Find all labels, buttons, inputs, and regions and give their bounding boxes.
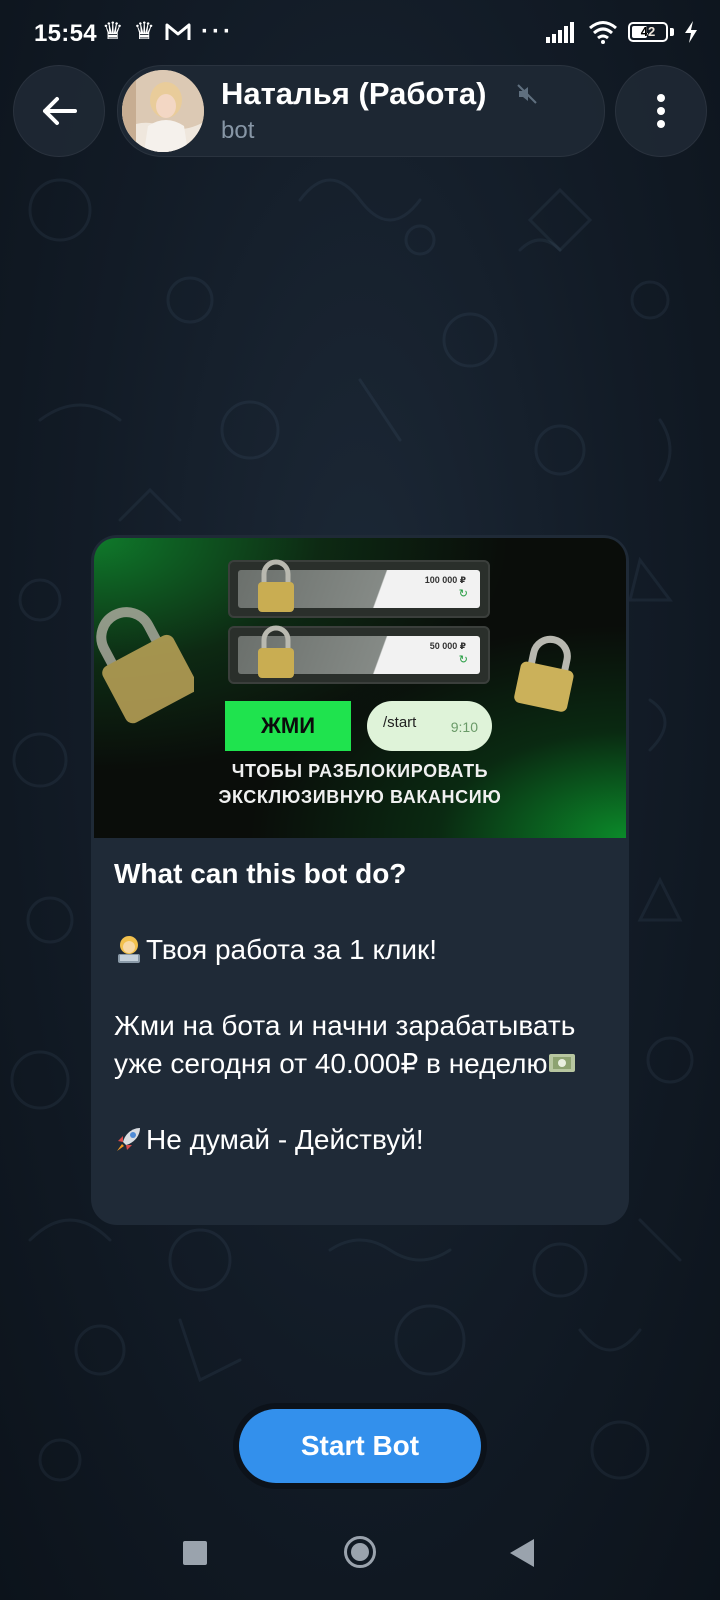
status-time: 15:54 — [34, 20, 97, 47]
chat-subtitle: bot — [221, 117, 255, 144]
back-button[interactable] — [13, 65, 105, 157]
status-notification-icons: ♛ ♛ ··· — [102, 18, 234, 46]
padlock-icon — [258, 625, 294, 678]
description-line: Твоя работа за 1 клик! — [146, 934, 438, 965]
padlock-icon — [514, 635, 574, 712]
menu-button[interactable] — [615, 65, 707, 157]
description-paragraph: Не думай - Действуй! — [114, 1121, 609, 1159]
kebab-menu-icon — [657, 94, 665, 128]
muted-speaker-icon — [517, 84, 537, 104]
battery-icon: 42 — [628, 22, 668, 42]
padlock-icon — [258, 559, 294, 612]
recent-apps-icon[interactable] — [183, 1541, 207, 1565]
balance-amount: 50 000 ₽ — [429, 641, 466, 651]
promo-command-bubble: /start 9:10 — [367, 701, 492, 751]
description-paragraph: Твоя работа за 1 клик! — [114, 931, 609, 969]
woman-technologist-emoji-icon — [118, 936, 140, 963]
description-line: Не думай - Действуй! — [146, 1124, 424, 1155]
padlock-icon — [96, 607, 194, 724]
start-bot-container: Start Bot — [233, 1403, 487, 1489]
balance-amount: 100 000 ₽ — [424, 575, 466, 585]
chat-title: Наталья (Работа) — [221, 76, 487, 111]
description-heading: What can this bot do? — [114, 858, 407, 889]
battery-level: 42 — [640, 24, 656, 39]
description-line: Жми на бота и начни зарабатывать уже сег… — [114, 1010, 576, 1079]
money-emoji-icon — [549, 1054, 576, 1072]
charging-icon — [685, 21, 697, 43]
status-system-icons: 42 — [546, 20, 698, 44]
refresh-icon: ↻ — [458, 588, 468, 600]
wifi-icon — [589, 21, 617, 44]
promo-command-time: 9:10 — [450, 719, 478, 735]
crown-icon: ♛ — [133, 18, 156, 45]
promo-press-label: ЖМИ — [225, 701, 351, 751]
battery-tip — [670, 28, 674, 36]
refresh-icon: ↻ — [458, 654, 468, 666]
promo-image: 100 000 ₽ ↻ 50 000 ₽ ↻ ЖМИ /start 9:10 Ч… — [94, 538, 626, 838]
promo-caption-line: ЭКСКЛЮЗИВНУЮ ВАКАНСИЮ — [218, 787, 502, 807]
home-icon[interactable] — [344, 1536, 376, 1568]
gmail-icon — [165, 23, 191, 40]
arrow-left-icon — [43, 97, 77, 125]
status-bar: 15:54 ♛ ♛ ··· 42 — [0, 0, 720, 66]
avatar-photo — [122, 70, 204, 152]
avatar[interactable] — [122, 70, 204, 152]
promo-caption: ЧТОБЫ РАЗБЛОКИРОВАТЬ ЭКСКЛЮЗИВНУЮ ВАКАНС… — [94, 758, 626, 810]
rocket-emoji-icon — [117, 1128, 140, 1151]
promo-command: /start — [383, 714, 417, 731]
start-bot-button[interactable]: Start Bot — [239, 1409, 481, 1483]
crown-icon: ♛ — [102, 18, 124, 45]
chat-header[interactable]: Наталья (Работа) bot — [117, 65, 605, 157]
bot-description: What can this bot do? Твоя работа за 1 к… — [114, 855, 609, 1159]
bot-info-card: 100 000 ₽ ↻ 50 000 ₽ ↻ ЖМИ /start 9:10 Ч… — [91, 535, 629, 1225]
promo-caption-line: ЧТОБЫ РАЗБЛОКИРОВАТЬ — [231, 761, 489, 781]
more-notifications: ··· — [201, 18, 235, 45]
signal-icon — [546, 22, 574, 43]
description-paragraph: Жми на бота и начни зарабатывать уже сег… — [114, 1007, 609, 1083]
back-triangle-icon[interactable] — [510, 1539, 534, 1567]
